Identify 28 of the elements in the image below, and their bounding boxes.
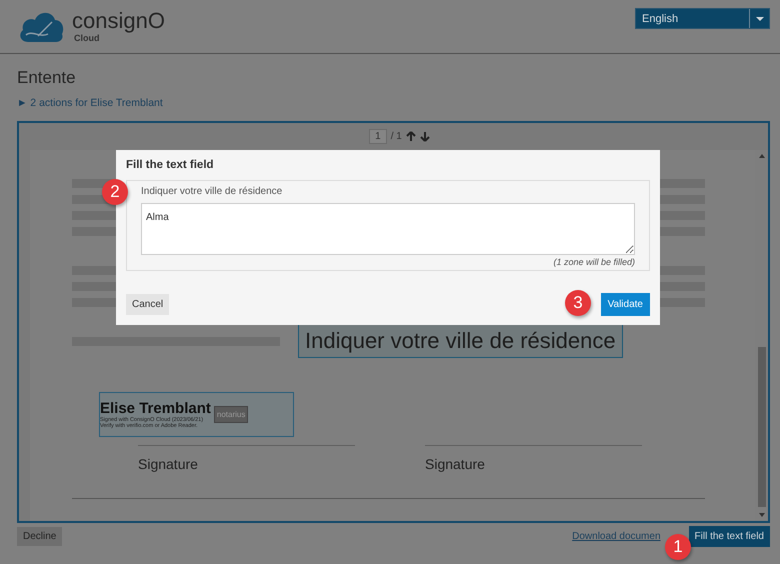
signature-label: Signature	[138, 445, 355, 472]
seal-badge: notarius	[214, 406, 248, 423]
step-badge: 1	[665, 534, 691, 560]
page-count: / 1	[390, 131, 402, 142]
caret-icon	[756, 16, 764, 20]
logo-subtitle: Cloud	[74, 33, 100, 43]
logo-wordmark: consignO	[72, 9, 165, 33]
download-link[interactable]: Download documen	[572, 531, 661, 542]
signature-label: Signature	[425, 445, 642, 472]
up-arrow-icon[interactable]	[406, 131, 416, 142]
text-zone[interactable]: Indiquer votre ville de résidence	[298, 324, 623, 358]
actions-link[interactable]: ► 2 actions for Elise Tremblant	[17, 96, 163, 110]
field-label: Indiquer votre ville de résidence	[141, 186, 284, 197]
fill-field-button[interactable]: Fill the text field	[688, 526, 770, 547]
dialog-title: Fill the text field	[126, 159, 214, 171]
scrollbar[interactable]	[755, 150, 768, 521]
text-area[interactable]: Alma	[141, 203, 635, 255]
decline-button[interactable]: Decline	[17, 527, 62, 546]
scroll-down-icon[interactable]	[758, 513, 764, 517]
scroll-up-icon[interactable]	[758, 154, 764, 158]
validate-button[interactable]: Validate	[600, 293, 650, 316]
document-title: Entente	[17, 67, 77, 89]
language-select[interactable]: English	[635, 8, 770, 29]
down-arrow-icon[interactable]	[420, 131, 430, 142]
page-number-field[interactable]: 1	[369, 129, 387, 144]
fill-note: (1 zone will be filled)	[553, 257, 635, 267]
cancel-button[interactable]: Cancel	[126, 294, 170, 315]
signer-name: Elise Tremblant	[100, 400, 211, 417]
